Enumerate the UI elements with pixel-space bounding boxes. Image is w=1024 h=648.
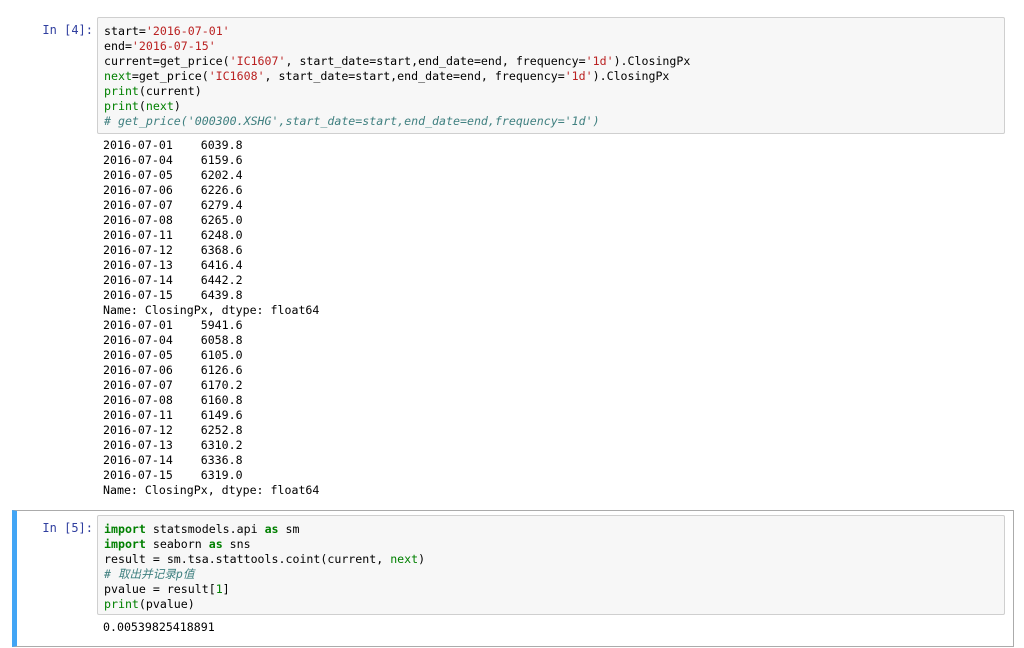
- output-line: 2016-07-06 6226.6: [103, 183, 243, 197]
- code-line: print(next): [104, 99, 998, 114]
- output-line: Name: ClosingPx, dtype: float64: [103, 303, 320, 317]
- code-token: '2016-07-15': [131, 39, 216, 53]
- output-line: 2016-07-13 6310.2: [103, 438, 243, 452]
- code-line: # get_price('000300.XSHG',start_date=sta…: [104, 114, 998, 129]
- code-token: ): [173, 99, 181, 113]
- code-token: (: [138, 99, 146, 113]
- code-token: ).ClosingPx: [613, 54, 691, 68]
- code-line: print(current): [104, 84, 998, 99]
- code-line: pvalue = result[1]: [104, 582, 998, 597]
- code-token: next: [390, 552, 419, 566]
- output-line: 2016-07-01 5941.6: [103, 318, 243, 332]
- code-line: start='2016-07-01': [104, 24, 998, 39]
- output-line: 2016-07-04 6058.8: [103, 333, 243, 347]
- code-token: sm: [278, 522, 300, 536]
- output-line: 2016-07-07 6279.4: [103, 198, 243, 212]
- code-token: '2016-07-01': [145, 24, 230, 38]
- code-line: end='2016-07-15': [104, 39, 998, 54]
- code-token: , start_date=start,end_date=end, frequen…: [264, 69, 565, 83]
- cell-output-5: 0.00539825418891: [103, 620, 215, 635]
- cell-prompt: In [4]:: [42, 23, 93, 37]
- code-token: # 取出并记录p值: [104, 567, 195, 581]
- code-token: import: [104, 537, 146, 551]
- output-line: 2016-07-05 6202.4: [103, 168, 243, 182]
- output-line: 2016-07-13 6416.4: [103, 258, 243, 272]
- code-token: print: [104, 84, 139, 98]
- output-line: 2016-07-01 6039.8: [103, 138, 243, 152]
- code-token: start=: [104, 24, 146, 38]
- code-token: =get_price(: [131, 69, 209, 83]
- output-line: 2016-07-11 6149.6: [103, 408, 243, 422]
- code-line: print(pvalue): [104, 597, 998, 612]
- code-token: as: [264, 522, 279, 536]
- code-token: (pvalue): [138, 597, 195, 611]
- code-token: (current): [138, 84, 202, 98]
- code-token: '1d': [585, 54, 614, 68]
- code-token: next: [104, 69, 132, 83]
- code-input-cell-4[interactable]: start='2016-07-01' end='2016-07-15' curren…: [97, 17, 1005, 134]
- output-line: Name: ClosingPx, dtype: float64: [103, 483, 320, 497]
- code-token: # get_price('000300.XSHG',start_date=sta…: [104, 114, 600, 128]
- output-line: 2016-07-11 6248.0: [103, 228, 243, 242]
- output-line: 2016-07-04 6159.6: [103, 153, 243, 167]
- code-token: next: [145, 99, 174, 113]
- code-token: current=get_price(: [104, 54, 230, 68]
- output-line: 0.00539825418891: [103, 620, 215, 634]
- code-line: current=get_price('IC1607', start_date=s…: [104, 54, 998, 69]
- output-line: 2016-07-05 6105.0: [103, 348, 243, 362]
- cell-output-4: 2016-07-01 6039.8 2016-07-04 6159.6 2016-0…: [103, 138, 319, 498]
- code-token: print: [104, 99, 139, 113]
- output-line: 2016-07-08 6265.0: [103, 213, 243, 227]
- output-line: 2016-07-12 6252.8: [103, 423, 243, 437]
- output-line: 2016-07-15 6439.8: [103, 288, 243, 302]
- code-token: ]: [222, 582, 230, 596]
- code-token: sns: [222, 537, 251, 551]
- code-line: next=get_price('IC1608', start_date=star…: [104, 69, 998, 84]
- output-line: 2016-07-15 6319.0: [103, 468, 243, 482]
- output-line: 2016-07-07 6170.2: [103, 378, 243, 392]
- code-token: ).ClosingPx: [592, 69, 670, 83]
- cell-prompt: In [5]:: [42, 521, 93, 535]
- output-line: 2016-07-12 6368.6: [103, 243, 243, 257]
- code-line: import statsmodels.api as sm: [104, 522, 998, 537]
- code-token: pvalue = result[: [104, 582, 216, 596]
- output-line: 2016-07-08 6160.8: [103, 393, 243, 407]
- code-token: 'IC1608': [208, 69, 265, 83]
- code-token: as: [208, 537, 223, 551]
- output-line: 2016-07-06 6126.6: [103, 363, 243, 377]
- code-line: result = sm.tsa.stattools.coint(current,…: [104, 552, 998, 567]
- code-token: 1: [215, 582, 223, 596]
- output-line: 2016-07-14 6336.8: [103, 453, 243, 467]
- code-token: print: [104, 597, 139, 611]
- code-input-cell-5[interactable]: import statsmodels.api as sm import seabo…: [97, 515, 1005, 615]
- output-line: 2016-07-14 6442.2: [103, 273, 243, 287]
- code-token: seaborn: [145, 537, 209, 551]
- code-token: import: [104, 522, 146, 536]
- code-line: import seaborn as sns: [104, 537, 998, 552]
- code-token: end=: [104, 39, 132, 53]
- code-token: result = sm.tsa.stattools.coint(current,: [104, 552, 391, 566]
- code-token: 'IC1607': [229, 54, 286, 68]
- code-line: # 取出并记录p值: [104, 567, 998, 582]
- code-token: , start_date=start,end_date=end, frequen…: [285, 54, 586, 68]
- code-token: statsmodels.api: [145, 522, 265, 536]
- code-token: '1d': [564, 69, 593, 83]
- code-token: ): [418, 552, 426, 566]
